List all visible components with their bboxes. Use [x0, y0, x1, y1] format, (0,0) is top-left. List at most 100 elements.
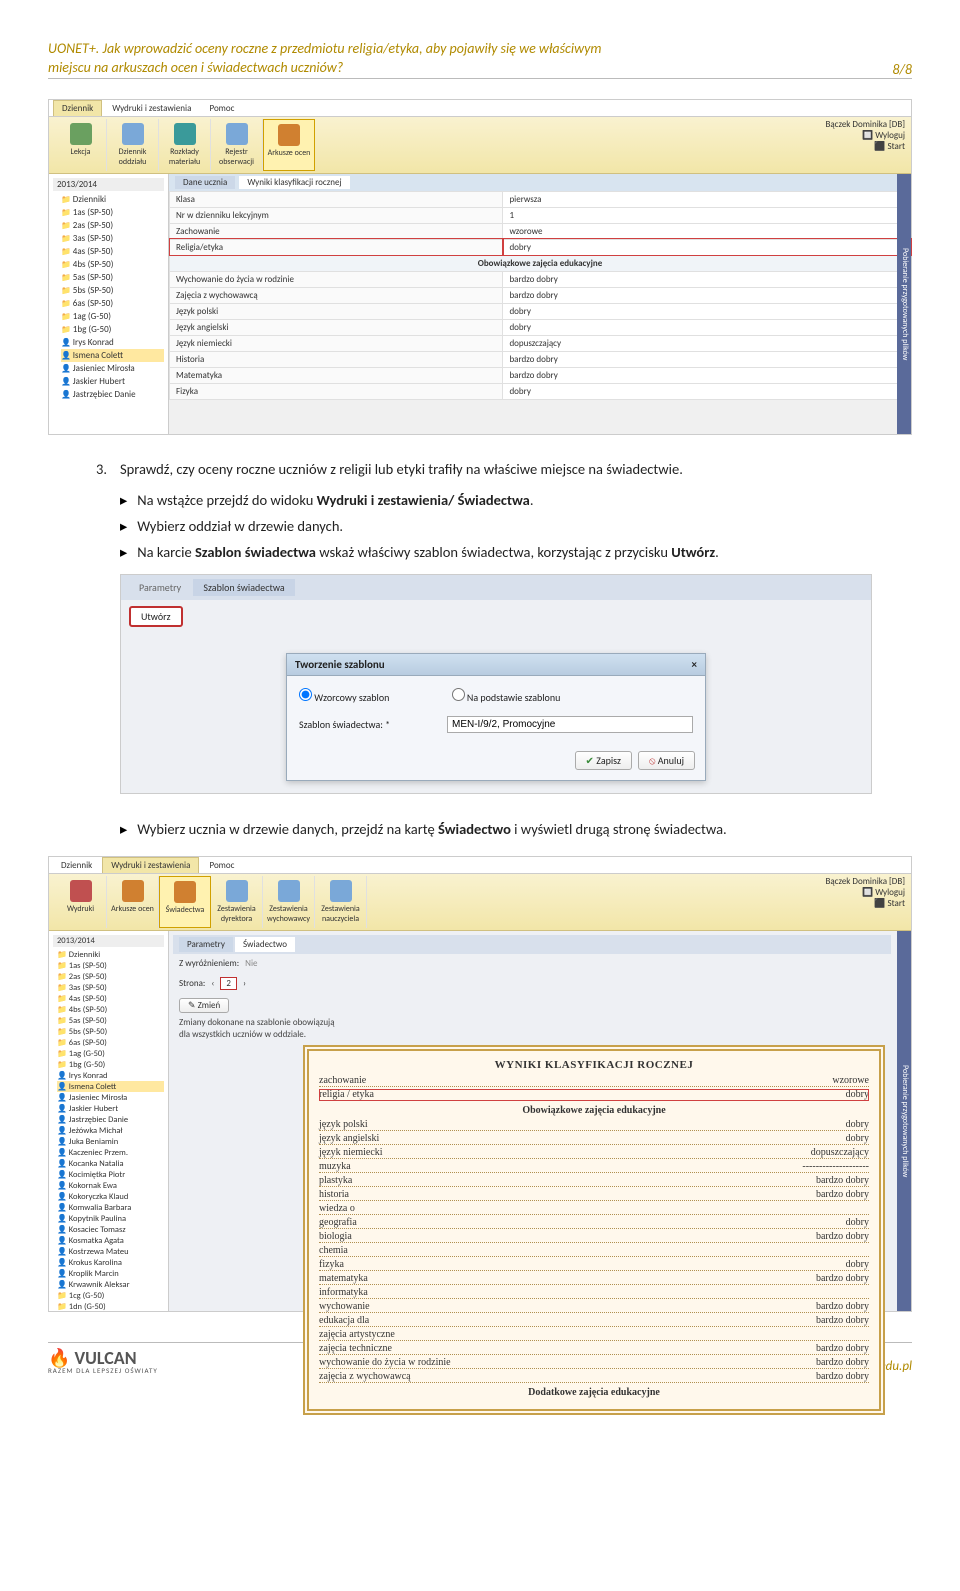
tab-szablon[interactable]: Szablon świadectwa — [193, 579, 294, 596]
btn-zest-nauczyciela[interactable]: Zestawienia nauczyciela — [315, 876, 367, 928]
tree-class[interactable]: 4as (SP-50) — [61, 245, 164, 258]
download-sidebar[interactable]: Pobieranie przygotowanych plików — [897, 174, 911, 434]
btn-rejestr[interactable]: Rejestr obserwacji — [211, 119, 263, 171]
tree-person[interactable]: Irys Konrad — [57, 1070, 164, 1081]
vulcan-logo: 🔥 VULCAN RAZEM DLA LEPSZEJ OŚWIATY — [48, 1349, 158, 1374]
tree-class[interactable]: 1as (SP-50) — [57, 960, 164, 971]
tree-person-selected[interactable]: Ismena Colett — [61, 349, 164, 362]
cert-title: WYNIKI KLASYFIKACJI ROCZNEJ — [319, 1059, 869, 1071]
tree-class[interactable]: 5bs (SP-50) — [57, 1026, 164, 1037]
menu-dziennik[interactable]: Dziennik — [53, 858, 100, 873]
menu-pomoc[interactable]: Pomoc — [201, 858, 242, 873]
year-selector[interactable]: 2013/2014 — [53, 935, 164, 947]
close-icon[interactable]: × — [692, 658, 697, 671]
template-select[interactable] — [447, 716, 693, 733]
tree-class[interactable]: 1ag (G-50) — [61, 310, 164, 323]
tab-swiadectwo[interactable]: Świadectwo — [235, 937, 295, 952]
tree-class[interactable]: 3as (SP-50) — [61, 232, 164, 245]
tree-class[interactable]: 5as (SP-50) — [61, 271, 164, 284]
tree-person[interactable]: Kosaciec Tomasz — [57, 1224, 164, 1235]
menu-pomoc[interactable]: Pomoc — [201, 101, 242, 116]
tree-class[interactable]: 5bs (SP-50) — [61, 284, 164, 297]
zmien-button[interactable]: ✎ Zmień — [179, 998, 229, 1013]
tree-person[interactable]: Krwawnik Aleksar — [57, 1279, 164, 1290]
cert-subject-row: plastykabardzo dobry — [319, 1175, 869, 1187]
tree-class[interactable]: 1ag (G-50) — [57, 1048, 164, 1059]
logout-link[interactable]: Wyloguj — [875, 130, 905, 141]
tree-person[interactable]: Kokornak Ewa — [57, 1180, 164, 1191]
tree-person[interactable]: Kaczeniec Przem. — [57, 1147, 164, 1158]
tree-person[interactable]: Kocanka Natalia — [57, 1158, 164, 1169]
tree-person[interactable]: Jeżówka Michał — [57, 1125, 164, 1136]
tree-person[interactable]: Ismena Colett — [57, 1081, 164, 1092]
btn-zest-dyrektora[interactable]: Zestawienia dyrektora — [211, 876, 263, 928]
subtab-wyniki[interactable]: Wyniki klasyfikacji rocznej — [239, 176, 349, 189]
tree-class[interactable]: 4bs (SP-50) — [57, 1004, 164, 1015]
cert-subject-row: chemia — [319, 1245, 869, 1257]
tree-person[interactable]: Juka Beniamin — [57, 1136, 164, 1147]
tree-class[interactable]: 2as (SP-50) — [57, 971, 164, 982]
tab-parametry[interactable]: Parametry — [179, 937, 233, 952]
tree-person[interactable]: Jasieniec Mirosła — [57, 1092, 164, 1103]
lesson-icon — [70, 123, 92, 145]
tree-person[interactable]: Kosmatka Agata — [57, 1235, 164, 1246]
register-icon — [226, 123, 248, 145]
btn-arkusze-ocen[interactable]: Arkusze ocen — [107, 876, 159, 928]
tree-class[interactable]: 2as (SP-50) — [61, 219, 164, 232]
btn-lekcja[interactable]: Lekcja — [55, 119, 107, 171]
tree-person[interactable]: Jastrzębiec Danie — [61, 388, 164, 401]
btn-swiadectwa[interactable]: Świadectwa — [159, 876, 211, 928]
tree-person[interactable]: Krokus Karolina — [57, 1257, 164, 1268]
save-button[interactable]: ✔ Zapisz — [575, 751, 632, 770]
cancel-button[interactable]: ⦸ Anuluj — [638, 751, 695, 770]
btn-wydruki[interactable]: Wydruki — [55, 876, 107, 928]
tree-person[interactable]: Jastrzębiec Danie — [57, 1114, 164, 1125]
btn-rozklady[interactable]: Rozkłady materiału — [159, 119, 211, 171]
certificate-preview: WYNIKI KLASYFIKACJI ROCZNEJ zachowaniewz… — [303, 1045, 885, 1415]
tree-person[interactable]: Kokoryczka Klaud — [57, 1191, 164, 1202]
tree-person[interactable]: Kostrzewa Mateu — [57, 1246, 164, 1257]
tree-person[interactable]: Irys Konrad — [61, 336, 164, 349]
cert-subject-row: język niemieckidopuszczający — [319, 1147, 869, 1159]
tree-class[interactable]: 1dn (G-50) — [57, 1301, 164, 1311]
rm-icon — [174, 123, 196, 145]
tree-person[interactable]: Kroplik Marcin — [57, 1268, 164, 1279]
subtab-dane[interactable]: Dane ucznia — [175, 176, 235, 189]
download-sidebar[interactable]: Pobieranie przygotowanych plików — [897, 931, 911, 1311]
tree-person[interactable]: Jaskier Hubert — [57, 1103, 164, 1114]
menu-wydruki[interactable]: Wydruki i zestawienia — [102, 857, 199, 873]
tree-person[interactable]: Jaskier Hubert — [61, 375, 164, 388]
tree-class[interactable]: 5as (SP-50) — [57, 1015, 164, 1026]
tree-class[interactable]: 3as (SP-50) — [57, 982, 164, 993]
tree-person[interactable]: Jasieniec Mirosła — [61, 362, 164, 375]
logout-link[interactable]: Wyloguj — [875, 887, 905, 898]
radio-wzorcowy[interactable]: Wzorcowy szablon — [299, 691, 389, 704]
start-link[interactable]: Start — [887, 141, 905, 152]
tree-class[interactable]: 4as (SP-50) — [57, 993, 164, 1004]
menu-dziennik[interactable]: Dziennik — [53, 100, 102, 116]
tree-class[interactable]: 1as (SP-50) — [61, 206, 164, 219]
tree-person[interactable]: Kocimiętka Piotr — [57, 1169, 164, 1180]
tree-class[interactable]: 1bg (G-50) — [61, 323, 164, 336]
btn-arkusze-ocen[interactable]: Arkusze ocen — [263, 119, 315, 171]
tree-class[interactable]: 6as (SP-50) — [57, 1037, 164, 1048]
start-link[interactable]: Start — [887, 898, 905, 909]
tab-parametry[interactable]: Parametry — [129, 579, 191, 596]
cert-subject-row: biologiabardzo dobry — [319, 1231, 869, 1243]
page-selector[interactable]: 2 — [220, 977, 237, 990]
tree-class[interactable]: 6as (SP-50) — [61, 297, 164, 310]
header-title-line2: miejscu na arkuszach ocen i świadectwach… — [48, 59, 343, 78]
tree-class[interactable]: 1cg (G-50) — [57, 1290, 164, 1301]
tree-root[interactable]: Dzienniki — [61, 193, 164, 206]
tree-class[interactable]: 4bs (SP-50) — [61, 258, 164, 271]
menu-wydruki[interactable]: Wydruki i zestawienia — [104, 101, 199, 116]
btn-dziennik-oddzialu[interactable]: Dziennik oddziału — [107, 119, 159, 171]
tree-person[interactable]: Komwalia Barbara — [57, 1202, 164, 1213]
radio-podstawie[interactable]: Na podstawie szablonu — [452, 691, 561, 704]
year-selector[interactable]: 2013/2014 — [53, 178, 164, 191]
tree-class[interactable]: 1bg (G-50) — [57, 1059, 164, 1070]
btn-zest-wychowawcy[interactable]: Zestawienia wychowawcy — [263, 876, 315, 928]
tree-person[interactable]: Kopytnik Paulina — [57, 1213, 164, 1224]
bullet-2: ▸Wybierz oddział w drzewie danych. — [120, 515, 872, 537]
utworz-button[interactable]: Utwórz — [129, 606, 183, 627]
